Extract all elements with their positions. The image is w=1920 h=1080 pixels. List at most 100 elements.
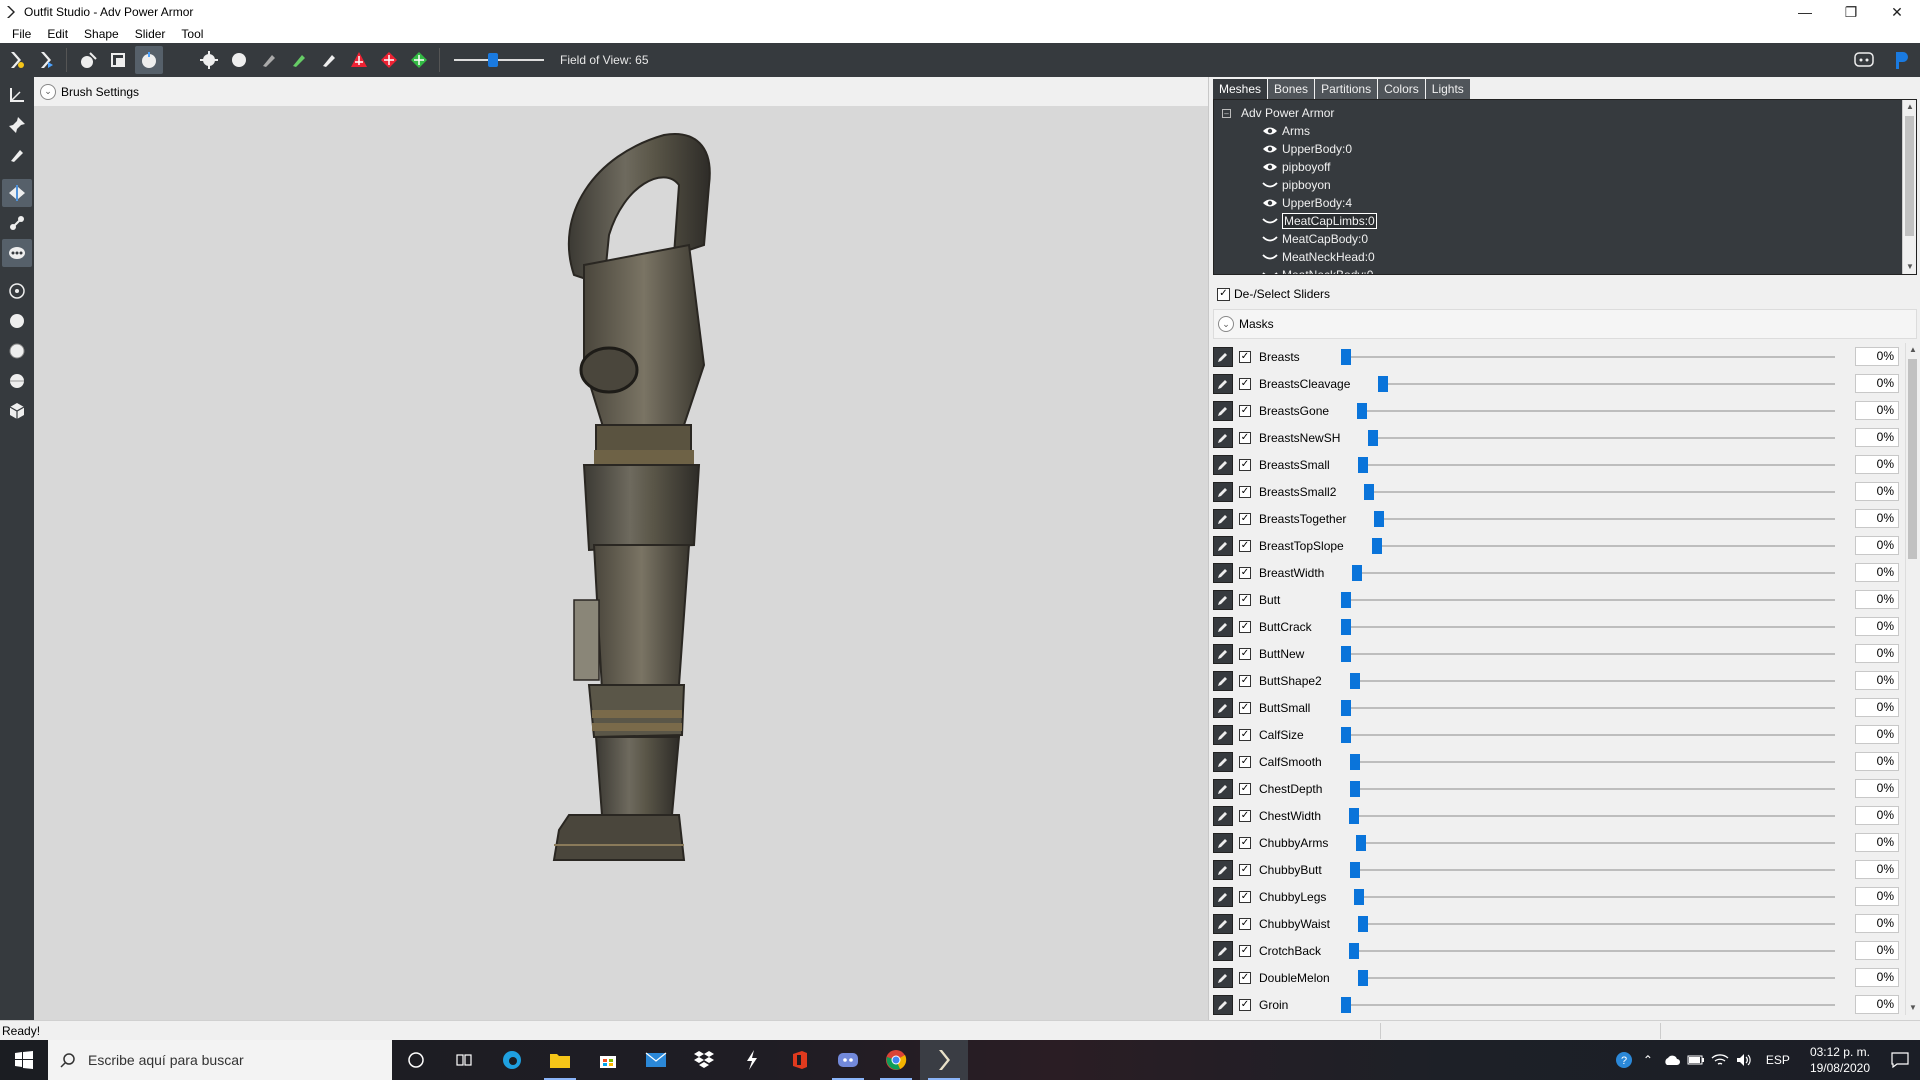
edit-slider-pencil-icon[interactable] xyxy=(1213,778,1233,799)
brush-falloff-icon[interactable] xyxy=(2,337,32,365)
cube-icon[interactable] xyxy=(2,397,32,425)
edit-slider-pencil-icon[interactable] xyxy=(1213,346,1233,367)
scroll-up-icon[interactable]: ▲ xyxy=(1906,343,1920,357)
slider-value-field[interactable]: 0% xyxy=(1855,941,1899,960)
deflate-brush-icon[interactable] xyxy=(165,46,193,74)
slider-track[interactable] xyxy=(1350,680,1835,682)
slider-checkbox[interactable]: ✓ xyxy=(1239,701,1251,714)
brush-size-small-icon[interactable] xyxy=(2,277,32,305)
slider-checkbox[interactable]: ✓ xyxy=(1239,917,1251,930)
scroll-down-icon[interactable]: ▼ xyxy=(1903,260,1916,274)
edit-slider-pencil-icon[interactable] xyxy=(1213,967,1233,988)
slider-thumb[interactable] xyxy=(1352,565,1362,581)
slider-track[interactable] xyxy=(1364,491,1835,493)
slider-track[interactable] xyxy=(1341,356,1835,358)
edit-slider-pencil-icon[interactable] xyxy=(1213,589,1233,610)
office-icon[interactable] xyxy=(776,1040,824,1080)
scroll-up-icon[interactable]: ▲ xyxy=(1903,100,1916,114)
slider-checkbox[interactable]: ✓ xyxy=(1239,944,1251,957)
slider-checkbox[interactable]: ✓ xyxy=(1239,647,1251,660)
mesh-tree-item[interactable]: MeatNeckHead:0 xyxy=(1214,248,1916,266)
menu-shape[interactable]: Shape xyxy=(76,27,127,41)
slider-thumb[interactable] xyxy=(1349,943,1359,959)
slider-thumb[interactable] xyxy=(1368,430,1378,446)
slider-checkbox[interactable]: ✓ xyxy=(1239,404,1251,417)
slider-checkbox[interactable]: ✓ xyxy=(1239,350,1251,363)
edge-icon[interactable] xyxy=(488,1040,536,1080)
slider-thumb[interactable] xyxy=(1350,862,1360,878)
slider-thumb[interactable] xyxy=(1364,484,1374,500)
tab-colors[interactable]: Colors xyxy=(1378,79,1425,99)
dropbox-icon[interactable] xyxy=(680,1040,728,1080)
slider-value-field[interactable]: 0% xyxy=(1855,374,1899,393)
slider-thumb[interactable] xyxy=(1372,538,1382,554)
slider-track[interactable] xyxy=(1350,788,1835,790)
slider-value-field[interactable]: 0% xyxy=(1855,644,1899,663)
slider-thumb[interactable] xyxy=(1358,970,1368,986)
slider-track[interactable] xyxy=(1356,842,1835,844)
store-icon[interactable] xyxy=(584,1040,632,1080)
load-project-icon[interactable] xyxy=(32,46,60,74)
wifi-icon[interactable] xyxy=(1708,1053,1732,1067)
chevron-up-icon[interactable]: ⌃ xyxy=(1636,1053,1660,1067)
slider-value-field[interactable]: 0% xyxy=(1855,860,1899,879)
deselect-sliders-checkbox[interactable]: ✓ xyxy=(1217,287,1230,301)
slider-checkbox[interactable]: ✓ xyxy=(1239,377,1251,390)
brush-strength-icon[interactable] xyxy=(2,367,32,395)
slider-track[interactable] xyxy=(1352,572,1835,574)
slider-thumb[interactable] xyxy=(1358,916,1368,932)
slider-thumb[interactable] xyxy=(1349,808,1359,824)
slider-thumb[interactable] xyxy=(1378,376,1388,392)
slider-value-field[interactable]: 0% xyxy=(1855,887,1899,906)
edit-slider-pencil-icon[interactable] xyxy=(1213,643,1233,664)
slider-checkbox[interactable]: ✓ xyxy=(1239,539,1251,552)
edit-slider-pencil-icon[interactable] xyxy=(1213,805,1233,826)
slider-thumb[interactable] xyxy=(1374,511,1384,527)
start-button[interactable] xyxy=(0,1040,48,1080)
slider-value-field[interactable]: 0% xyxy=(1855,482,1899,501)
tab-partitions[interactable]: Partitions xyxy=(1315,79,1378,99)
slider-value-field[interactable]: 0% xyxy=(1855,347,1899,366)
mesh-tree-item[interactable]: UpperBody:4 xyxy=(1214,194,1916,212)
fov-slider-thumb[interactable] xyxy=(488,53,498,67)
battery-icon[interactable] xyxy=(1684,1054,1708,1066)
xray-icon[interactable] xyxy=(2,239,32,267)
edit-slider-pencil-icon[interactable] xyxy=(1213,400,1233,421)
tab-bones[interactable]: Bones xyxy=(1268,79,1315,99)
slider-thumb[interactable] xyxy=(1341,727,1351,743)
patreon-icon[interactable] xyxy=(1888,46,1916,74)
edit-slider-pencil-icon[interactable] xyxy=(1213,832,1233,853)
slider-track[interactable] xyxy=(1341,1004,1835,1006)
masks-bar[interactable]: ⌄ Masks xyxy=(1213,309,1917,339)
pivot-icon[interactable] xyxy=(375,46,403,74)
new-project-icon[interactable] xyxy=(2,46,30,74)
slider-value-field[interactable]: 0% xyxy=(1855,563,1899,582)
edit-slider-pencil-icon[interactable] xyxy=(1213,913,1233,934)
edit-slider-pencil-icon[interactable] xyxy=(1213,508,1233,529)
slider-value-field[interactable]: 0% xyxy=(1855,725,1899,744)
eye-closed-icon[interactable] xyxy=(1262,216,1278,226)
move-brush-icon[interactable] xyxy=(195,46,223,74)
mail-icon[interactable] xyxy=(632,1040,680,1080)
pencil-icon[interactable] xyxy=(2,141,32,169)
slider-track[interactable] xyxy=(1374,518,1835,520)
eye-open-icon[interactable] xyxy=(1262,162,1278,172)
file-explorer-icon[interactable] xyxy=(536,1040,584,1080)
mesh-tree-item[interactable]: pipboyon xyxy=(1214,176,1916,194)
slider-track[interactable] xyxy=(1341,626,1835,628)
slider-value-field[interactable]: 0% xyxy=(1855,455,1899,474)
slider-thumb[interactable] xyxy=(1350,781,1360,797)
chrome-icon[interactable] xyxy=(872,1040,920,1080)
slider-value-field[interactable]: 0% xyxy=(1855,617,1899,636)
slider-value-field[interactable]: 0% xyxy=(1855,806,1899,825)
slider-thumb[interactable] xyxy=(1341,619,1351,635)
slider-track[interactable] xyxy=(1368,437,1835,439)
slider-track[interactable] xyxy=(1372,545,1835,547)
smooth-brush-icon[interactable] xyxy=(225,46,253,74)
minimize-button[interactable]: — xyxy=(1782,0,1828,24)
slider-value-field[interactable]: 0% xyxy=(1855,914,1899,933)
mesh-tree-item[interactable]: MeatCapLimbs:0 xyxy=(1214,212,1916,230)
collapse-icon[interactable]: – xyxy=(1222,108,1231,118)
brush-settings-bar[interactable]: ⌄ Brush Settings xyxy=(34,77,1208,106)
slider-thumb[interactable] xyxy=(1341,997,1351,1013)
